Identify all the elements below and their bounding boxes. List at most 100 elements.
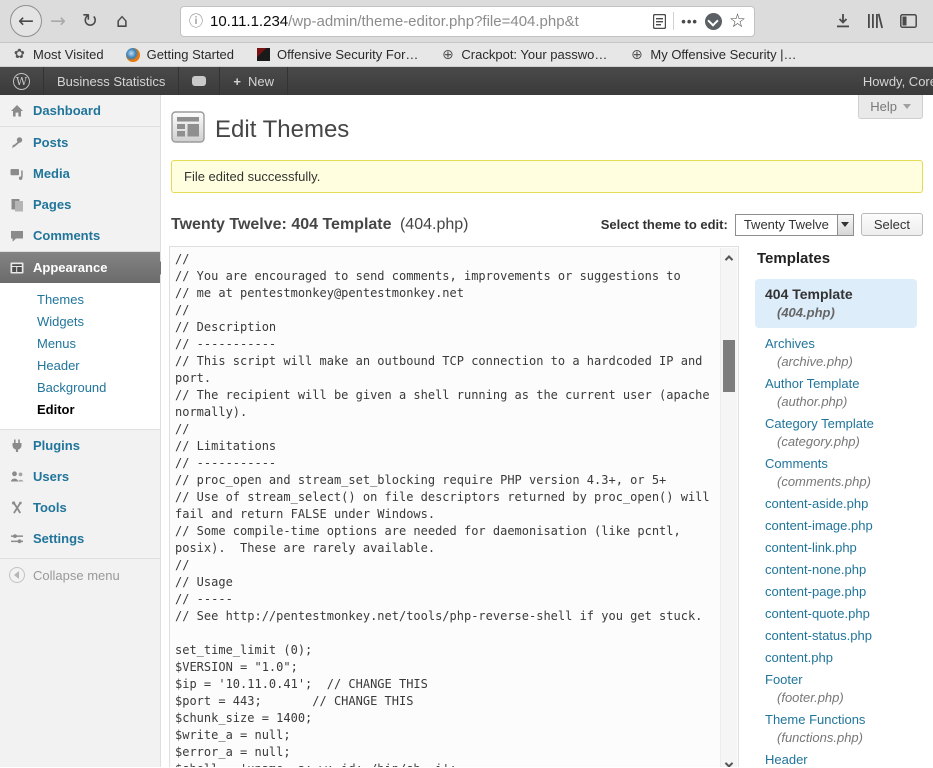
theme-template-name: Twenty Twelve: 404 Template xyxy=(171,216,392,233)
template-item[interactable]: content-image.php xyxy=(755,518,925,533)
submenu-widgets[interactable]: Widgets xyxy=(0,311,160,333)
template-item[interactable]: content-aside.php xyxy=(755,496,925,511)
bookmark-my-offsec[interactable]: ⊕ My Offensive Security |… xyxy=(629,47,796,62)
edit-themes-icon xyxy=(171,111,205,148)
pocket-icon[interactable] xyxy=(705,13,722,30)
comment-bubble-icon xyxy=(192,76,206,86)
plugin-icon xyxy=(8,438,26,454)
template-item[interactable]: Header (header.php) xyxy=(755,752,925,767)
template-item[interactable]: content-status.php xyxy=(755,628,925,643)
sidebar-item-users[interactable]: Users xyxy=(0,461,160,492)
back-button[interactable]: ← xyxy=(10,5,42,37)
template-item[interactable]: content-none.php xyxy=(755,562,925,577)
page-actions-icon[interactable]: ••• xyxy=(681,14,698,29)
main-content: Help Edit Themes File edited successfull… xyxy=(161,95,933,767)
sidebar-item-media[interactable]: Media xyxy=(0,158,160,189)
template-item[interactable]: content-quote.php xyxy=(755,606,925,621)
success-notice: File edited successfully. xyxy=(171,160,923,193)
page-title: Edit Themes xyxy=(215,116,349,144)
collapse-arrow-icon xyxy=(9,567,25,583)
scroll-down-arrow[interactable] xyxy=(721,757,737,767)
template-item[interactable]: Theme Functions (functions.php) xyxy=(755,712,925,745)
templates-sidebar: Templates 404 Template (404.php) Archive… xyxy=(755,246,925,767)
sidebar-item-settings[interactable]: Settings xyxy=(0,523,160,554)
library-icon[interactable] xyxy=(867,13,884,29)
sidebars-icon[interactable] xyxy=(900,14,917,28)
offsec-favicon xyxy=(256,47,271,62)
bookmark-getting-started[interactable]: Getting Started xyxy=(126,47,234,62)
chevron-down-icon xyxy=(903,104,911,113)
plus-icon: + xyxy=(233,74,241,89)
dropdown-arrow-icon xyxy=(837,215,853,235)
submenu-background[interactable]: Background xyxy=(0,377,160,399)
select-theme-button[interactable]: Select xyxy=(861,213,923,236)
sidebar-item-appearance[interactable]: Appearance xyxy=(0,252,160,283)
select-theme-label: Select theme to edit: xyxy=(601,217,728,232)
site-name-menu[interactable]: Business Statistics xyxy=(44,67,179,95)
reader-mode-icon[interactable] xyxy=(653,14,666,29)
submenu-editor[interactable]: Editor xyxy=(0,399,160,421)
sidebar-item-pages[interactable]: Pages xyxy=(0,189,160,220)
collapse-menu-button[interactable]: Collapse menu xyxy=(0,559,160,591)
howdy-account-menu[interactable]: Howdy, Core xyxy=(863,74,933,89)
templates-heading: Templates xyxy=(757,250,925,267)
bookmark-label: Crackpot: Your passwo… xyxy=(461,47,607,62)
wp-admin-menu: Dashboard Posts Media Pages Comments App… xyxy=(0,95,161,767)
downloads-icon[interactable] xyxy=(835,13,851,29)
code-editor-container: // // You are encouraged to send comment… xyxy=(169,246,739,767)
sidebar-item-tools[interactable]: Tools xyxy=(0,492,160,523)
wp-admin-bar: W Business Statistics + New Howdy, Core xyxy=(0,67,933,95)
users-icon xyxy=(8,469,26,485)
sidebar-item-comments[interactable]: Comments xyxy=(0,220,160,251)
template-item[interactable]: Footer (footer.php) xyxy=(755,672,925,705)
tools-icon xyxy=(8,500,26,516)
comments-shortcut[interactable] xyxy=(179,67,220,95)
wp-logo-menu[interactable]: W xyxy=(0,67,44,95)
home-button[interactable]: ⌂ xyxy=(106,5,138,37)
settings-icon xyxy=(8,531,26,547)
submenu-menus[interactable]: Menus xyxy=(0,333,160,355)
bookmark-crackpot[interactable]: ⊕ Crackpot: Your passwo… xyxy=(440,47,607,62)
template-item[interactable]: content-page.php xyxy=(755,584,925,599)
template-item[interactable]: Archives (archive.php) xyxy=(755,336,925,369)
new-label: New xyxy=(248,74,274,89)
template-item[interactable]: Category Template (category.php) xyxy=(755,416,925,449)
site-name: Business Statistics xyxy=(57,74,165,89)
submenu-header[interactable]: Header xyxy=(0,355,160,377)
bookmark-most-visited[interactable]: ✿ Most Visited xyxy=(12,47,104,62)
pages-icon xyxy=(8,197,26,213)
template-item[interactable]: Comments (comments.php) xyxy=(755,456,925,489)
site-info-icon[interactable]: ⓘ xyxy=(189,11,203,31)
code-editor-textarea[interactable]: // // You are encouraged to send comment… xyxy=(170,247,738,767)
bookmark-label: Getting Started xyxy=(147,47,234,62)
url-bar[interactable]: ⓘ 10.11.1.234/wp-admin/theme-editor.php?… xyxy=(180,6,755,37)
appearance-icon xyxy=(8,260,26,276)
globe-icon: ⊕ xyxy=(440,47,455,62)
template-item[interactable]: content.php xyxy=(755,650,925,665)
file-heading: Twenty Twelve: 404 Template (404.php) xyxy=(171,216,468,234)
scroll-up-arrow[interactable] xyxy=(721,250,737,265)
help-button[interactable]: Help xyxy=(858,95,923,119)
forward-button[interactable]: → xyxy=(42,5,74,37)
bookmark-star-icon[interactable]: ☆ xyxy=(729,10,746,32)
sidebar-item-plugins[interactable]: Plugins xyxy=(0,430,160,461)
bookmark-offsec-forum[interactable]: Offensive Security For… xyxy=(256,47,418,62)
editor-scrollbar[interactable] xyxy=(720,248,737,767)
submenu-themes[interactable]: Themes xyxy=(0,289,160,311)
appearance-submenu: Themes Widgets Menus Header Background E… xyxy=(0,283,160,429)
scrollbar-thumb[interactable] xyxy=(723,340,735,392)
sidebar-item-dashboard[interactable]: Dashboard xyxy=(0,95,160,126)
url-text[interactable]: 10.11.1.234/wp-admin/theme-editor.php?fi… xyxy=(210,13,646,30)
bookmark-label: Offensive Security For… xyxy=(277,47,418,62)
browser-toolbar: ← → ↻ ⌂ ⓘ 10.11.1.234/wp-admin/theme-edi… xyxy=(0,0,933,43)
firefox-icon xyxy=(126,47,141,62)
new-content-menu[interactable]: + New xyxy=(220,67,288,95)
comments-icon xyxy=(8,228,26,244)
most-visited-icon: ✿ xyxy=(12,47,27,62)
template-item-current[interactable]: 404 Template (404.php) xyxy=(755,279,917,328)
template-item[interactable]: Author Template (author.php) xyxy=(755,376,925,409)
sidebar-item-posts[interactable]: Posts xyxy=(0,127,160,158)
template-item[interactable]: content-link.php xyxy=(755,540,925,555)
theme-select-dropdown[interactable]: Twenty Twelve xyxy=(735,214,854,236)
reload-button[interactable]: ↻ xyxy=(74,5,106,37)
